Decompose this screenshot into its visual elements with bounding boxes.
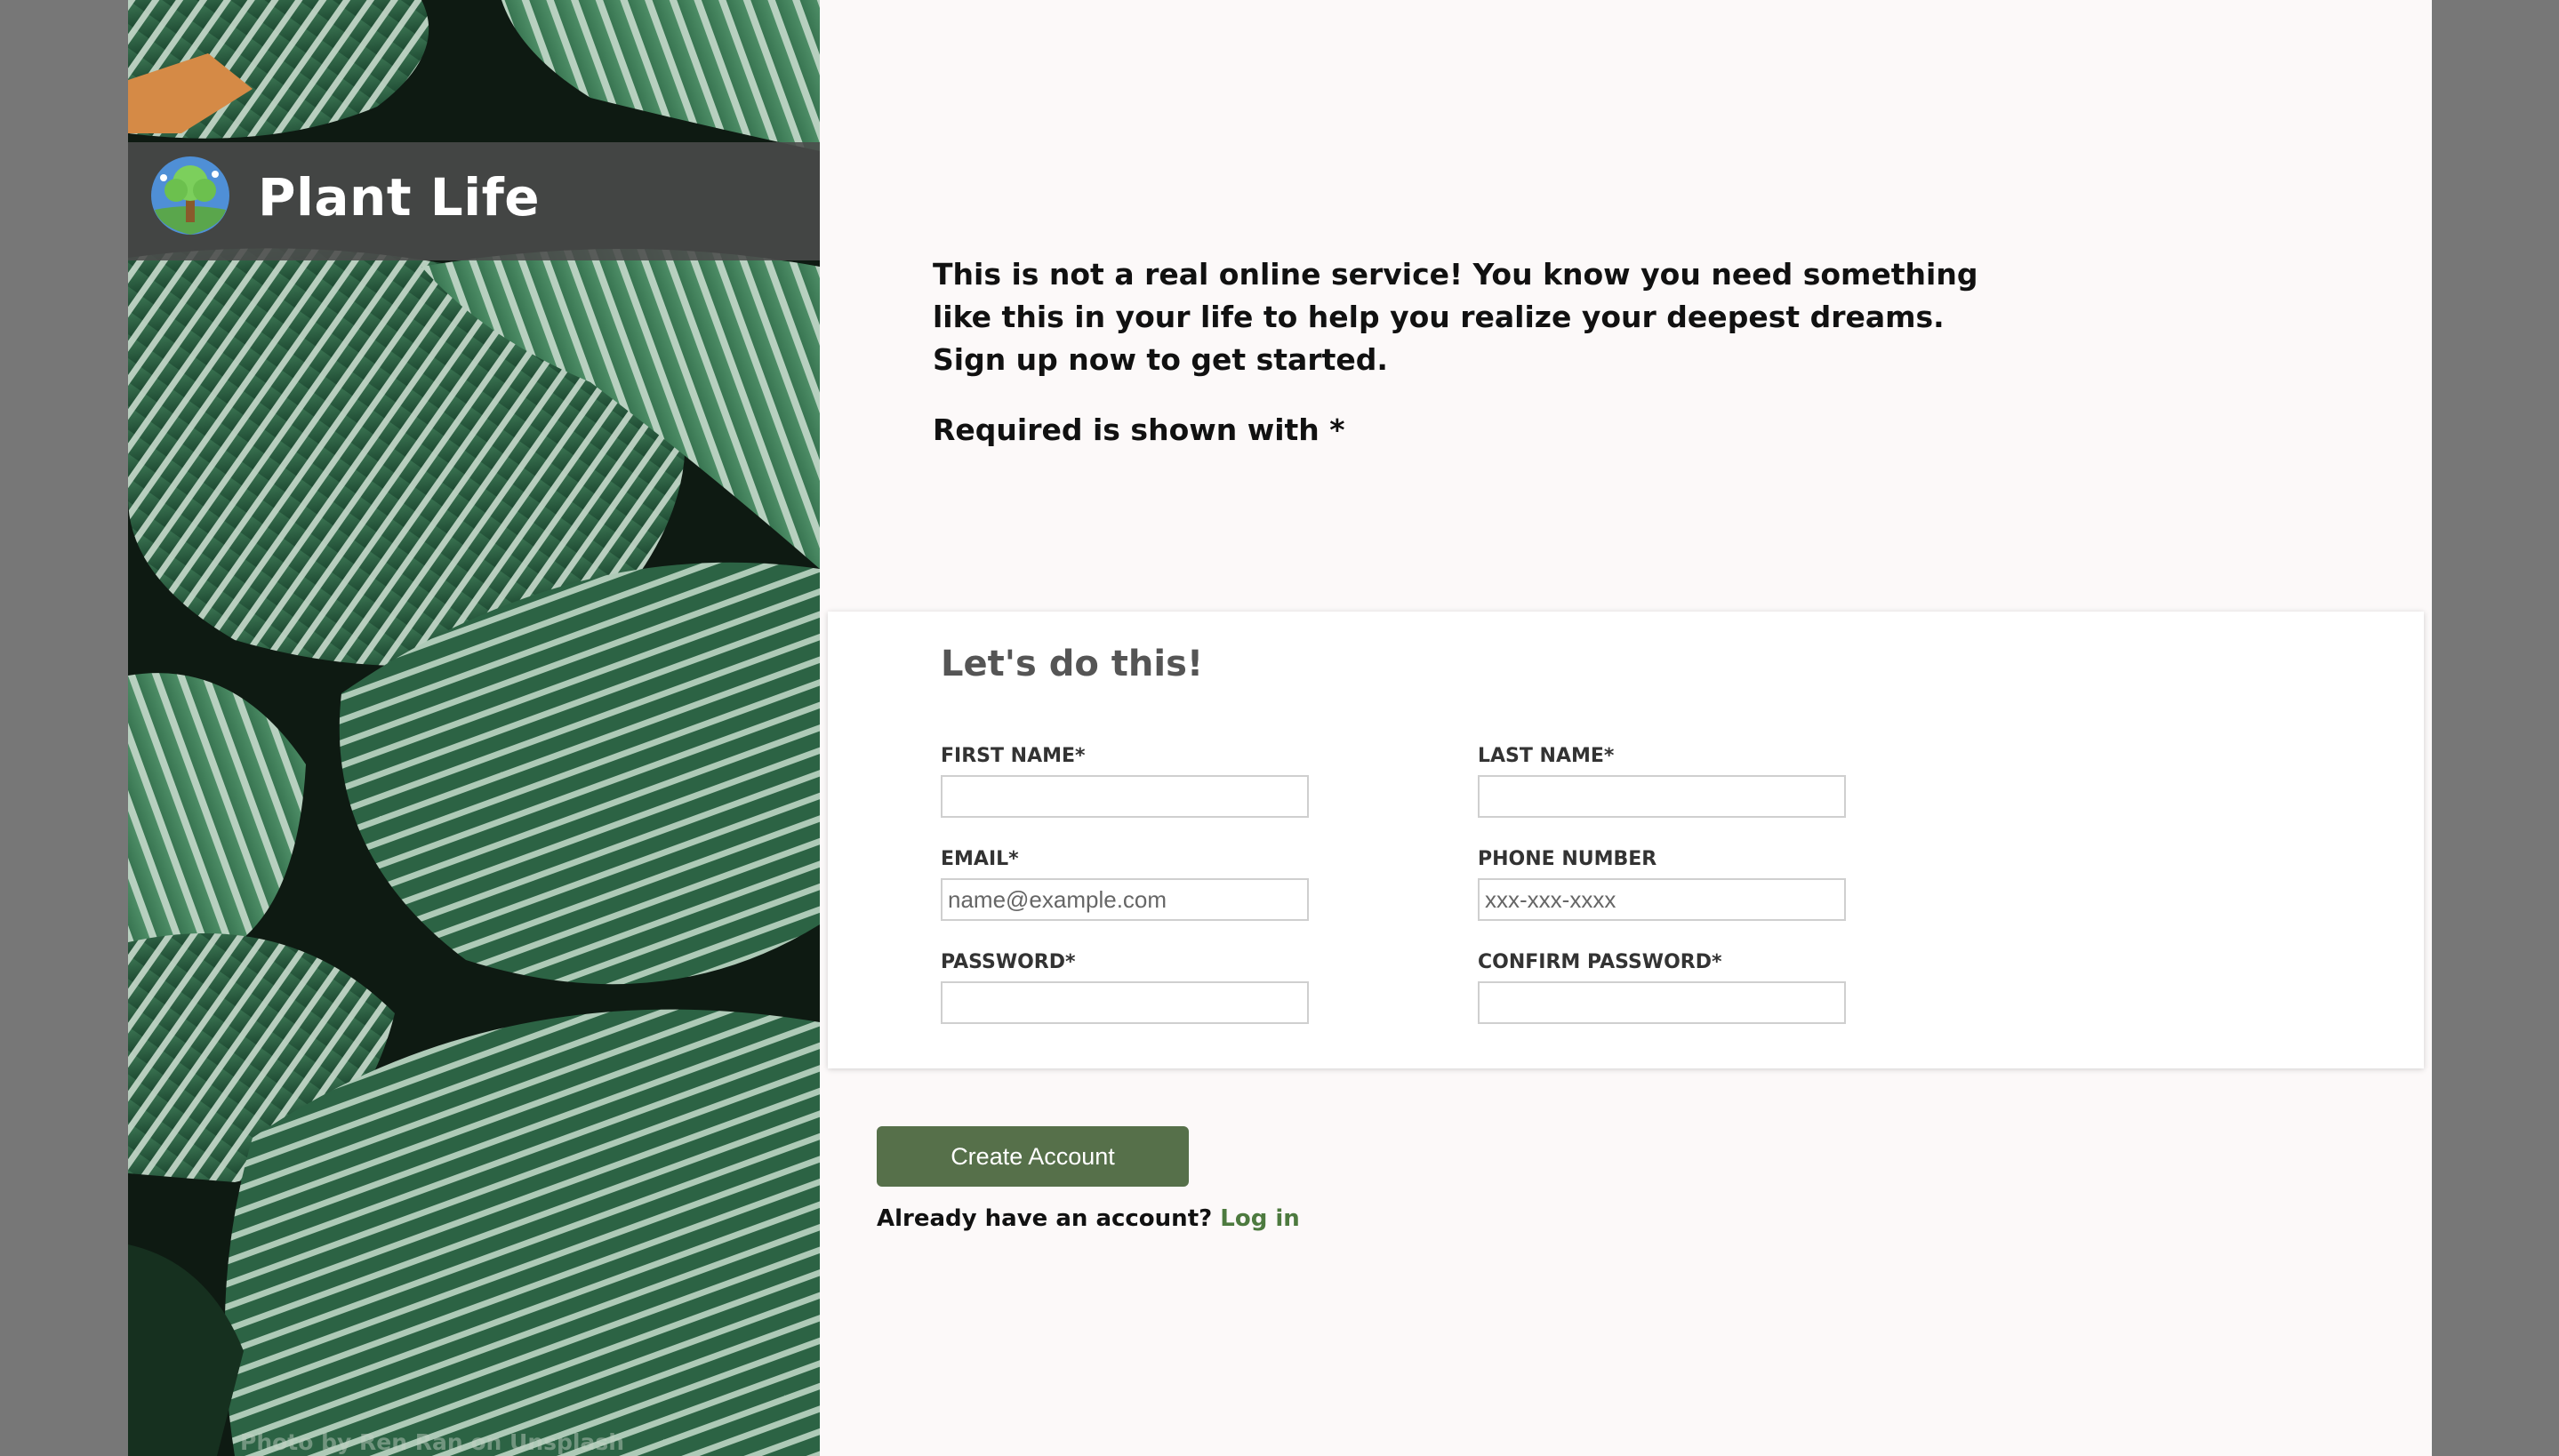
form-heading: Let's do this! xyxy=(941,644,1204,684)
last-name-label: LAST NAME* xyxy=(1478,745,1615,767)
email-label: EMAIL* xyxy=(941,848,1019,870)
password-field: PASSWORD* xyxy=(941,949,1309,1024)
last-name-input[interactable] xyxy=(1478,775,1846,818)
phone-input[interactable] xyxy=(1478,878,1846,921)
intro-text: This is not a real online service! You k… xyxy=(933,257,1978,377)
login-link[interactable]: Log in xyxy=(1220,1205,1300,1232)
confirm-password-field: CONFIRM PASSWORD* xyxy=(1478,949,1846,1024)
photo-credit: Photo by Ren Ran on Unsplash xyxy=(240,1429,625,1455)
password-input[interactable] xyxy=(941,981,1309,1024)
login-prompt-text: Already have an account? xyxy=(877,1205,1213,1232)
phone-label: PHONE NUMBER xyxy=(1478,848,1657,870)
confirm-password-input[interactable] xyxy=(1478,981,1846,1024)
last-name-field: LAST NAME* xyxy=(1478,743,1846,818)
password-label: PASSWORD* xyxy=(941,951,1076,973)
required-note: Required is shown with * xyxy=(933,412,1345,447)
tree-logo-icon[interactable] xyxy=(149,155,231,236)
brand-header: Plant Life xyxy=(128,142,820,260)
first-name-field: FIRST NAME* xyxy=(941,743,1309,818)
phone-field: PHONE NUMBER xyxy=(1478,846,1846,921)
email-field: EMAIL* xyxy=(941,846,1309,921)
first-name-label: FIRST NAME* xyxy=(941,745,1086,767)
email-input[interactable] xyxy=(941,878,1309,921)
page: Plant Life Photo by Ren Ran on Unsplash … xyxy=(128,0,2432,1456)
login-prompt-line: Already have an account? Log in xyxy=(877,1205,1300,1232)
create-account-button[interactable]: Create Account xyxy=(877,1126,1189,1187)
confirm-password-label: CONFIRM PASSWORD* xyxy=(1478,951,1722,973)
hero-image-panel: Plant Life Photo by Ren Ran on Unsplash xyxy=(128,0,820,1456)
first-name-input[interactable] xyxy=(941,775,1309,818)
signup-form-card: Let's do this! FIRST NAME* LAST NAME* EM… xyxy=(828,612,2424,1068)
brand-name: Plant Life xyxy=(258,167,541,228)
